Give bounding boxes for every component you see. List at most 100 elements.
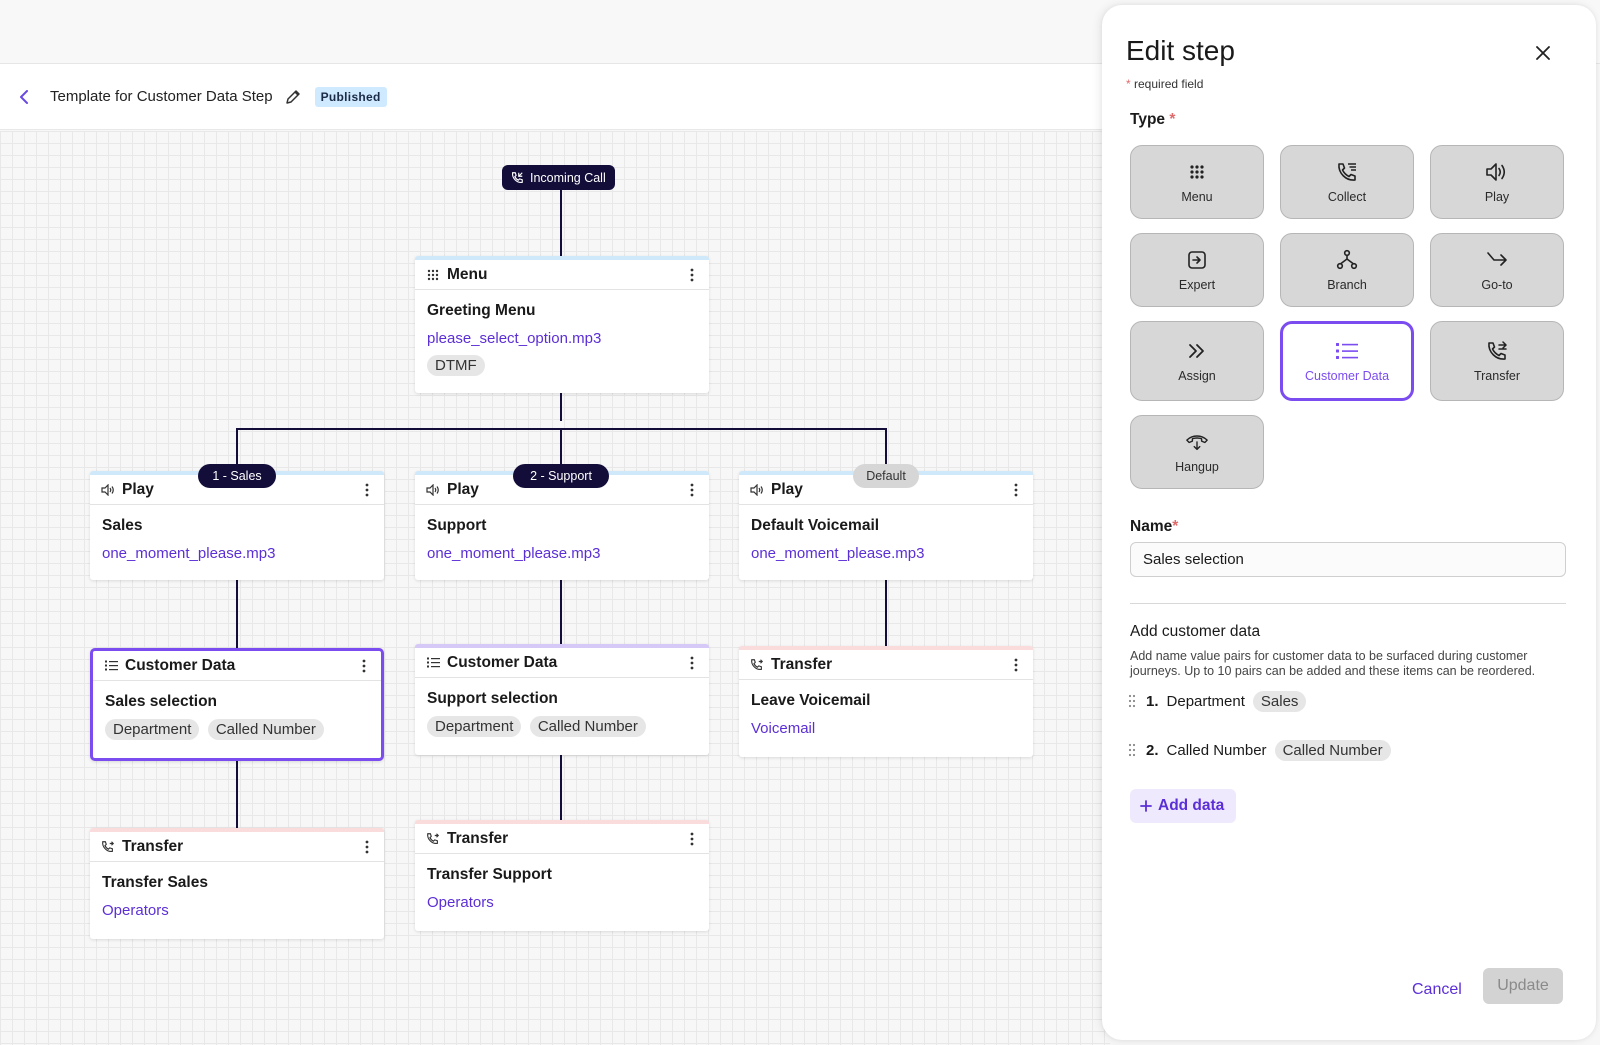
hangup-icon <box>1185 430 1209 454</box>
customer-data-sales-node[interactable]: Customer Data Sales selection Department… <box>90 648 384 761</box>
node-name: Leave Voicemail <box>751 692 871 709</box>
type-tile-customer-data[interactable]: Customer Data <box>1280 321 1414 401</box>
type-tile-assign[interactable]: Assign <box>1130 321 1264 401</box>
template-title: Template for Customer Data Step <box>50 88 273 105</box>
node-type-label: Transfer <box>122 837 184 855</box>
branch-pill-support[interactable]: 2 - Support <box>513 464 609 488</box>
kebab-menu-icon[interactable] <box>685 654 699 672</box>
speaker-icon <box>100 482 116 498</box>
incoming-call-label: Incoming Call <box>530 170 606 185</box>
kebab-menu-icon[interactable] <box>360 838 374 856</box>
customer-data-support-node[interactable]: Customer Data Support selection Departme… <box>415 644 709 755</box>
required-note-text: required field <box>1134 77 1204 91</box>
kebab-menu-icon[interactable] <box>685 481 699 499</box>
node-name: Default Voicemail <box>751 517 880 534</box>
node-name: Transfer Sales <box>102 874 208 891</box>
transfer-support-node[interactable]: Transfer Transfer Support Operators <box>415 820 709 931</box>
type-tile-label: Assign <box>1178 369 1216 383</box>
node-name: Greeting Menu <box>427 302 536 319</box>
type-tile-hangup[interactable]: Hangup <box>1130 415 1264 489</box>
expert-icon <box>1185 248 1209 272</box>
type-tile-transfer[interactable]: Transfer <box>1430 321 1564 401</box>
close-icon[interactable] <box>1532 42 1554 64</box>
pair-value-chip[interactable]: Sales <box>1252 690 1307 712</box>
phone-transfer-icon <box>100 839 116 855</box>
kebab-menu-icon[interactable] <box>1009 481 1023 499</box>
grid-dots-icon <box>425 267 441 283</box>
speaker-icon <box>425 482 441 498</box>
data-chip: Called Number <box>207 719 324 740</box>
back-icon[interactable] <box>14 87 34 107</box>
data-pair-row[interactable]: 1. Department Sales <box>1128 688 1310 714</box>
phone-transfer-icon <box>1485 339 1509 363</box>
add-customer-data-heading: Add customer data <box>1130 623 1261 640</box>
node-header: Transfer <box>415 824 709 854</box>
menu-node[interactable]: Menu Greeting Menu please_select_option.… <box>415 256 709 393</box>
pair-value-chip[interactable]: Called Number <box>1274 739 1391 761</box>
name-input[interactable] <box>1130 542 1566 577</box>
type-tile-label: Menu <box>1181 190 1213 204</box>
data-chip: Called Number <box>529 716 646 737</box>
pair-key: Department <box>1166 692 1245 710</box>
flow-canvas[interactable]: Incoming Call Menu Greeting Menu please_… <box>0 131 1110 1045</box>
node-name: Sales selection <box>105 693 218 710</box>
pair-index: 2. <box>1146 741 1159 759</box>
pair-index: 1. <box>1146 692 1159 710</box>
branch-pill-sales[interactable]: 1 - Sales <box>198 464 276 488</box>
speaker-icon <box>1485 160 1509 184</box>
type-tile-label: Go-to <box>1481 278 1513 292</box>
type-tile-label: Transfer <box>1473 369 1521 383</box>
node-header: Transfer <box>90 832 384 862</box>
add-data-label: Add data <box>1158 797 1225 814</box>
transfer-target-link[interactable]: Voicemail <box>751 720 1021 737</box>
kebab-menu-icon[interactable] <box>360 481 374 499</box>
list-icon <box>1335 339 1359 363</box>
transfer-sales-node[interactable]: Transfer Transfer Sales Operators <box>90 828 384 939</box>
dtmf-chip: DTMF <box>427 355 485 376</box>
pencil-icon[interactable] <box>285 88 303 106</box>
kebab-menu-icon[interactable] <box>685 266 699 284</box>
branch-pill-default[interactable]: Default <box>853 464 919 488</box>
incoming-call-pill[interactable]: Incoming Call <box>502 165 615 190</box>
node-header: Menu <box>415 260 709 290</box>
data-pair-row[interactable]: 2. Called Number Called Number <box>1128 737 1395 763</box>
node-type-label: Customer Data <box>125 656 236 674</box>
node-name: Transfer Support <box>427 866 552 883</box>
node-name: Support <box>427 517 487 534</box>
grid-dots-icon <box>1185 160 1209 184</box>
list-icon <box>425 655 441 671</box>
kebab-menu-icon[interactable] <box>357 657 371 675</box>
node-type-label: Menu <box>447 265 488 283</box>
type-tile-label: Collect <box>1327 190 1367 204</box>
drag-handle-icon[interactable] <box>1128 742 1140 758</box>
add-data-button[interactable]: Add data <box>1130 789 1237 823</box>
type-tile-collect[interactable]: Collect <box>1280 145 1414 219</box>
node-header: Customer Data <box>415 648 709 678</box>
type-label-text: Type <box>1130 111 1166 128</box>
phone-collect-icon <box>1335 160 1359 184</box>
audio-file-link[interactable]: one_moment_please.mp3 <box>427 545 697 562</box>
node-type-label: Transfer <box>447 829 509 847</box>
type-tile-play[interactable]: Play <box>1430 145 1564 219</box>
type-tile-label: Play <box>1484 190 1510 204</box>
type-tile-expert[interactable]: Expert <box>1130 233 1264 307</box>
type-tile-goto[interactable]: Go-to <box>1430 233 1564 307</box>
kebab-menu-icon[interactable] <box>1009 656 1023 674</box>
transfer-target-link[interactable]: Operators <box>427 894 697 911</box>
type-tile-branch[interactable]: Branch <box>1280 233 1414 307</box>
drag-handle-icon[interactable] <box>1128 693 1140 709</box>
name-label-text: Name <box>1130 518 1173 535</box>
type-tile-label: Branch <box>1327 278 1367 292</box>
audio-file-link[interactable]: please_select_option.mp3 <box>427 330 697 347</box>
cancel-button[interactable]: Cancel <box>1412 981 1462 999</box>
type-tile-menu[interactable]: Menu <box>1130 145 1264 219</box>
type-tile-label: Customer Data <box>1304 369 1390 383</box>
type-label: Type * <box>1130 111 1176 128</box>
kebab-menu-icon[interactable] <box>685 830 699 848</box>
transfer-target-link[interactable]: Operators <box>102 902 372 919</box>
transfer-voicemail-node[interactable]: Transfer Leave Voicemail Voicemail <box>739 646 1033 757</box>
audio-file-link[interactable]: one_moment_please.mp3 <box>751 545 1021 562</box>
phone-incoming-icon <box>512 171 523 183</box>
audio-file-link[interactable]: one_moment_please.mp3 <box>102 545 372 562</box>
update-button[interactable]: Update <box>1483 968 1563 1004</box>
